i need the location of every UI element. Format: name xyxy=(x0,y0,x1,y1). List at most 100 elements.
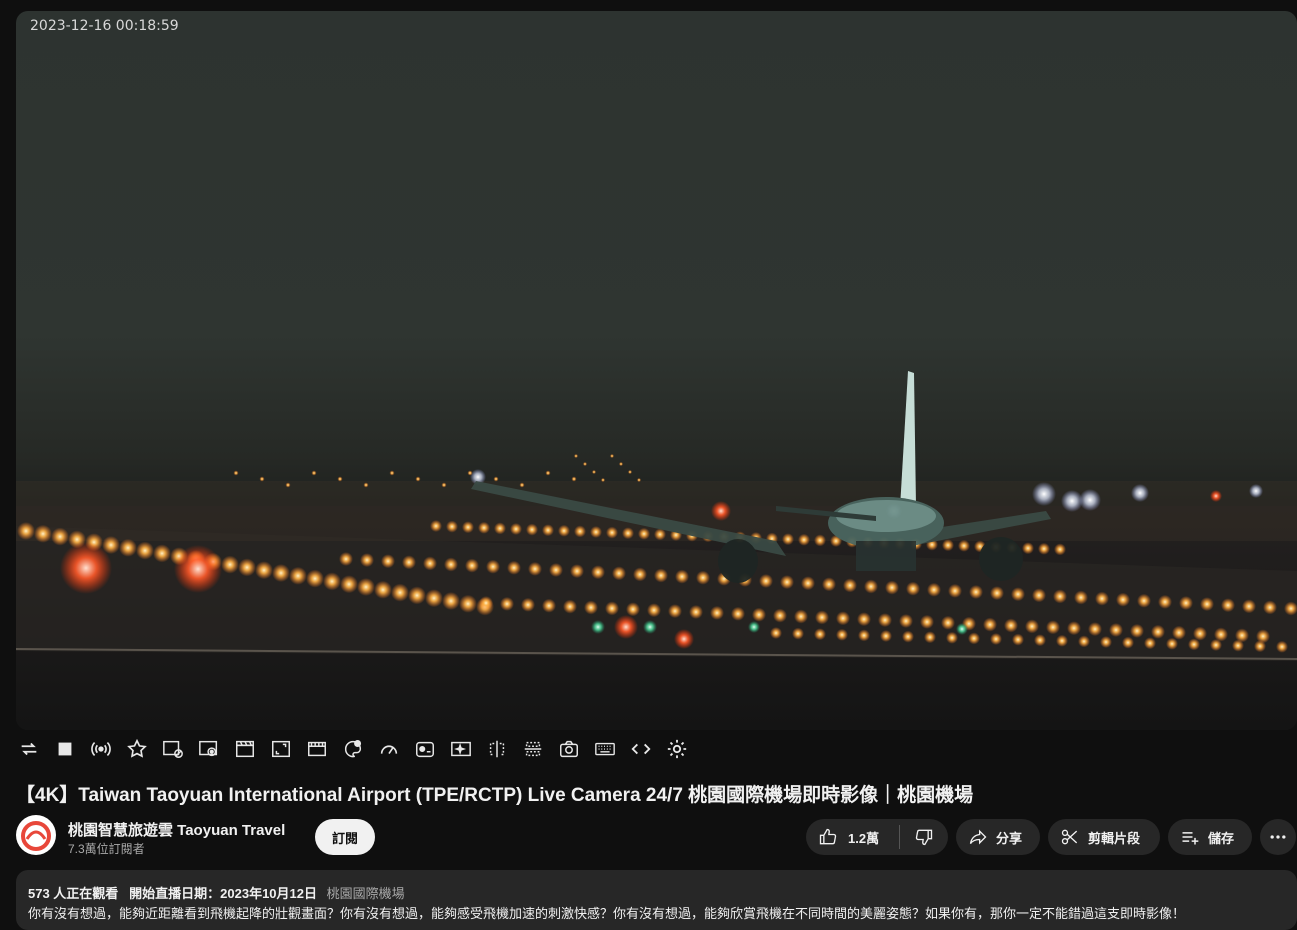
code-icon[interactable] xyxy=(628,736,654,762)
runway-light xyxy=(814,628,826,641)
live-broadcast-icon[interactable] xyxy=(88,736,114,762)
runway-light xyxy=(801,576,815,591)
runway-light xyxy=(374,580,392,599)
runway-light xyxy=(1095,591,1109,606)
runway-light xyxy=(1032,482,1056,506)
runway-light xyxy=(446,520,458,533)
more-horizontal-icon xyxy=(1270,835,1286,839)
runway-light xyxy=(590,526,602,538)
runway-light xyxy=(968,632,980,645)
runway-light xyxy=(1276,640,1288,653)
runway-light xyxy=(1025,619,1039,634)
runway-light xyxy=(780,575,794,590)
runway-light xyxy=(1034,634,1046,647)
clapperboard-icon[interactable] xyxy=(232,736,258,762)
runway-light xyxy=(946,631,958,644)
runway-light xyxy=(622,527,634,540)
runway-light xyxy=(289,566,307,585)
runway-light xyxy=(906,581,920,596)
channel-avatar[interactable] xyxy=(16,815,56,855)
description-box[interactable]: 573 人正在觀看 開始直播日期：2023年10月12日 桃園國際機場 你有沒有… xyxy=(16,870,1297,930)
runway-light xyxy=(858,629,870,642)
runway-light xyxy=(255,561,273,580)
channel-name[interactable]: 桃園智慧旅遊雲 Taoyuan Travel xyxy=(68,819,285,840)
runway-light xyxy=(782,533,794,546)
color-filter-icon[interactable] xyxy=(340,736,366,762)
runway-light xyxy=(983,617,997,632)
runway-light xyxy=(1004,618,1018,633)
mirror-icon[interactable] xyxy=(484,736,510,762)
subscriber-count: 7.3萬位訂閱者 xyxy=(68,842,145,856)
runway-light xyxy=(1053,589,1067,604)
runway-light xyxy=(571,476,577,482)
save-button[interactable]: 儲存 xyxy=(1168,819,1252,855)
runway-light xyxy=(462,521,474,534)
keyboard-icon[interactable] xyxy=(592,736,618,762)
runway-light xyxy=(878,613,892,628)
runway-light xyxy=(1254,640,1266,653)
runway-light xyxy=(519,482,525,488)
runway-light xyxy=(408,586,426,605)
runway-light xyxy=(880,630,892,642)
screen-frame-icon[interactable] xyxy=(268,736,294,762)
location-tag[interactable]: 桃園國際機場 xyxy=(327,886,405,901)
runway-light xyxy=(1193,626,1207,641)
dislike-button[interactable] xyxy=(900,819,948,855)
star-icon[interactable] xyxy=(124,736,150,762)
cinema-mode-icon[interactable] xyxy=(196,736,222,762)
runway-light xyxy=(1079,489,1101,511)
settings-gear-icon[interactable] xyxy=(664,736,690,762)
runway-light xyxy=(357,578,375,596)
ads-block-icon[interactable] xyxy=(160,736,186,762)
like-count: 1.2萬 xyxy=(848,830,880,846)
runway-light xyxy=(323,572,341,591)
subscribe-button[interactable]: 訂閱 xyxy=(315,819,375,855)
runway-light xyxy=(1232,639,1244,652)
color-adjust-icon[interactable] xyxy=(412,736,438,762)
runway-light xyxy=(843,578,857,593)
speed-gauge-icon[interactable] xyxy=(376,736,402,762)
more-actions-button[interactable] xyxy=(1260,819,1296,855)
runway-light xyxy=(486,559,500,574)
runway-light xyxy=(899,614,913,628)
runway-light xyxy=(465,558,479,573)
runway-light xyxy=(574,454,578,458)
runway-light xyxy=(1038,542,1050,555)
runway-light xyxy=(643,620,657,634)
runway-light xyxy=(389,470,395,476)
watching-count: 573 人正在觀看 xyxy=(28,886,119,901)
loop-icon[interactable] xyxy=(16,736,42,762)
thumbs-up-icon xyxy=(819,828,837,845)
runway-light xyxy=(958,539,970,552)
runway-light xyxy=(430,520,442,532)
runway-light xyxy=(444,557,458,572)
runway-light xyxy=(637,478,641,482)
runway-light xyxy=(60,542,112,594)
runway-light xyxy=(507,560,521,575)
runway-light xyxy=(528,561,542,576)
runway-light xyxy=(956,623,968,635)
film-strip-icon[interactable] xyxy=(304,736,330,762)
runway-light xyxy=(1056,634,1068,647)
runway-light xyxy=(1158,594,1172,609)
runway-light xyxy=(574,525,586,538)
runway-light xyxy=(710,605,724,620)
runway-light xyxy=(1151,624,1165,639)
runway-light xyxy=(526,523,538,536)
runway-light xyxy=(773,608,787,623)
like-button[interactable]: 1.2萬 xyxy=(806,819,899,855)
runway-light xyxy=(51,527,69,546)
runway-light xyxy=(17,522,35,540)
runway-light xyxy=(558,524,570,537)
stop-icon[interactable] xyxy=(52,736,78,762)
sparkle-screen-icon[interactable] xyxy=(448,736,474,762)
runway-light xyxy=(689,605,703,619)
screenshot-camera-icon[interactable] xyxy=(556,736,582,762)
runway-light xyxy=(1137,593,1151,608)
share-button[interactable]: 分享 xyxy=(956,819,1040,855)
runway-light xyxy=(902,630,914,643)
split-horizontal-icon[interactable] xyxy=(520,736,546,762)
clip-button[interactable]: 剪輯片段 xyxy=(1048,819,1160,855)
video-player[interactable]: 2023-12-16 00:18:59 xyxy=(16,11,1297,730)
runway-light xyxy=(493,476,499,482)
